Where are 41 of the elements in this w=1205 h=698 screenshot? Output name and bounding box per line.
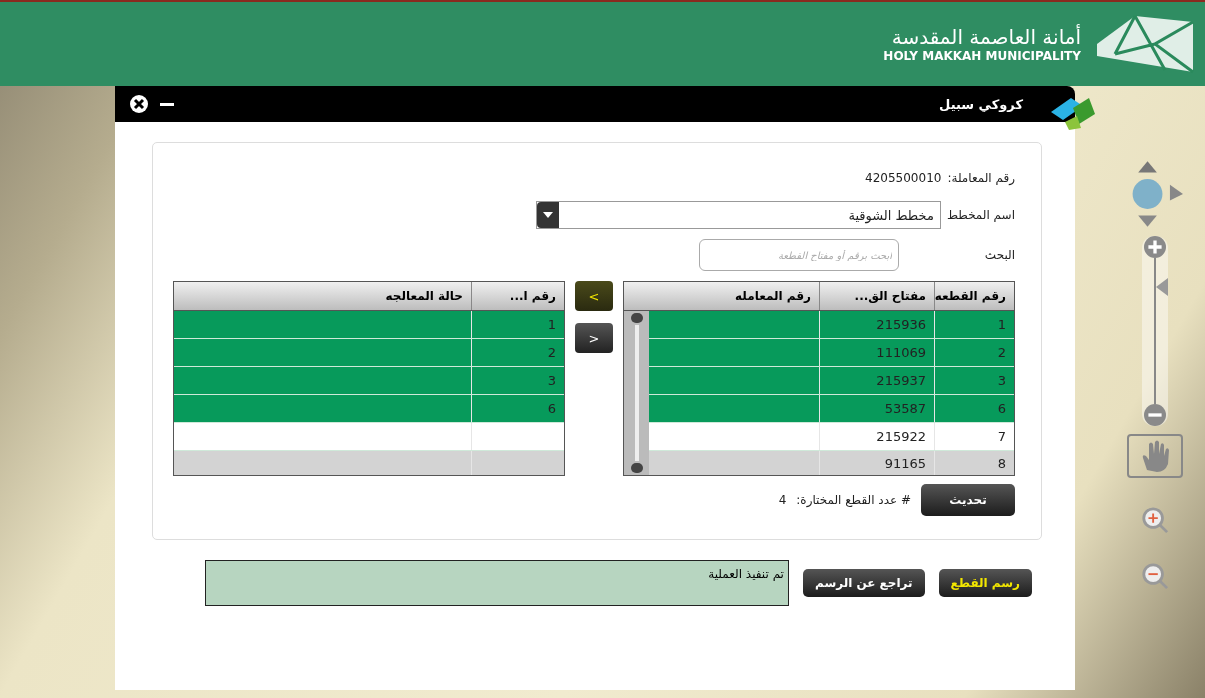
table-cell[interactable]: 215922 xyxy=(819,423,934,450)
selected-count-label: # عدد القطع المختارة: xyxy=(796,493,911,507)
move-button[interactable]: > xyxy=(575,323,613,353)
transaction-number: 4205500010 xyxy=(865,171,942,185)
plan-dropdown[interactable]: مخطط الشوقية xyxy=(535,201,941,229)
table-cell[interactable]: 215937 xyxy=(819,367,934,394)
caret-icon xyxy=(542,212,553,218)
table-cell[interactable]: 3 xyxy=(934,367,1014,394)
plan-label: اسم المخطط xyxy=(946,208,1015,222)
brand-subtitle: HOLY MAKKAH MUNICIPALITY xyxy=(883,49,1081,63)
close-icon[interactable] xyxy=(129,94,149,114)
table-cell[interactable]: 215936 xyxy=(819,311,934,338)
column-header[interactable]: حالة المعالجه xyxy=(174,282,471,310)
slider-thumb[interactable] xyxy=(1156,278,1168,297)
refresh-button[interactable]: تحديث xyxy=(921,484,1015,516)
lattice-logo-icon xyxy=(1095,14,1195,74)
column-header[interactable]: رقم المعامله xyxy=(624,282,819,310)
transaction-label: رقم المعاملة: xyxy=(947,171,1015,185)
brand-title: أمانة العاصمة المقدسة xyxy=(891,25,1081,49)
table-cell[interactable]: 111069 xyxy=(819,339,934,366)
column-header[interactable]: رقم القطعه xyxy=(934,282,1014,310)
zoom-in-magnifier-icon[interactable] xyxy=(1141,506,1169,534)
table-cell[interactable]: 1 xyxy=(934,311,1014,338)
table-cell[interactable]: 8 xyxy=(934,451,1014,475)
column-header[interactable]: مفتاح الق... xyxy=(819,282,934,310)
scrollbar[interactable] xyxy=(624,311,649,475)
selected-count: 4 xyxy=(778,493,787,507)
dialog-title: كروكي سبيل xyxy=(939,96,1023,112)
action-button[interactable]: تراجع عن الرسم xyxy=(802,569,925,597)
move-button[interactable]: < xyxy=(575,281,613,311)
search-label: البحث xyxy=(983,248,1015,262)
table-cell[interactable]: 7 xyxy=(934,423,1014,450)
table-cell[interactable]: 53587 xyxy=(819,395,934,422)
status-message: تم تنفيذ العملية xyxy=(204,560,789,606)
column-header[interactable]: رقم ا... xyxy=(471,282,564,310)
table-cell[interactable]: 6 xyxy=(934,395,1014,422)
action-button[interactable]: رسم القطع xyxy=(938,569,1032,597)
table-cell[interactable]: 2 xyxy=(934,339,1014,366)
table-cell[interactable]: 91165 xyxy=(819,451,934,475)
hand-tool-icon[interactable] xyxy=(1127,434,1183,478)
zoom-out-magnifier-icon[interactable] xyxy=(1141,562,1169,590)
